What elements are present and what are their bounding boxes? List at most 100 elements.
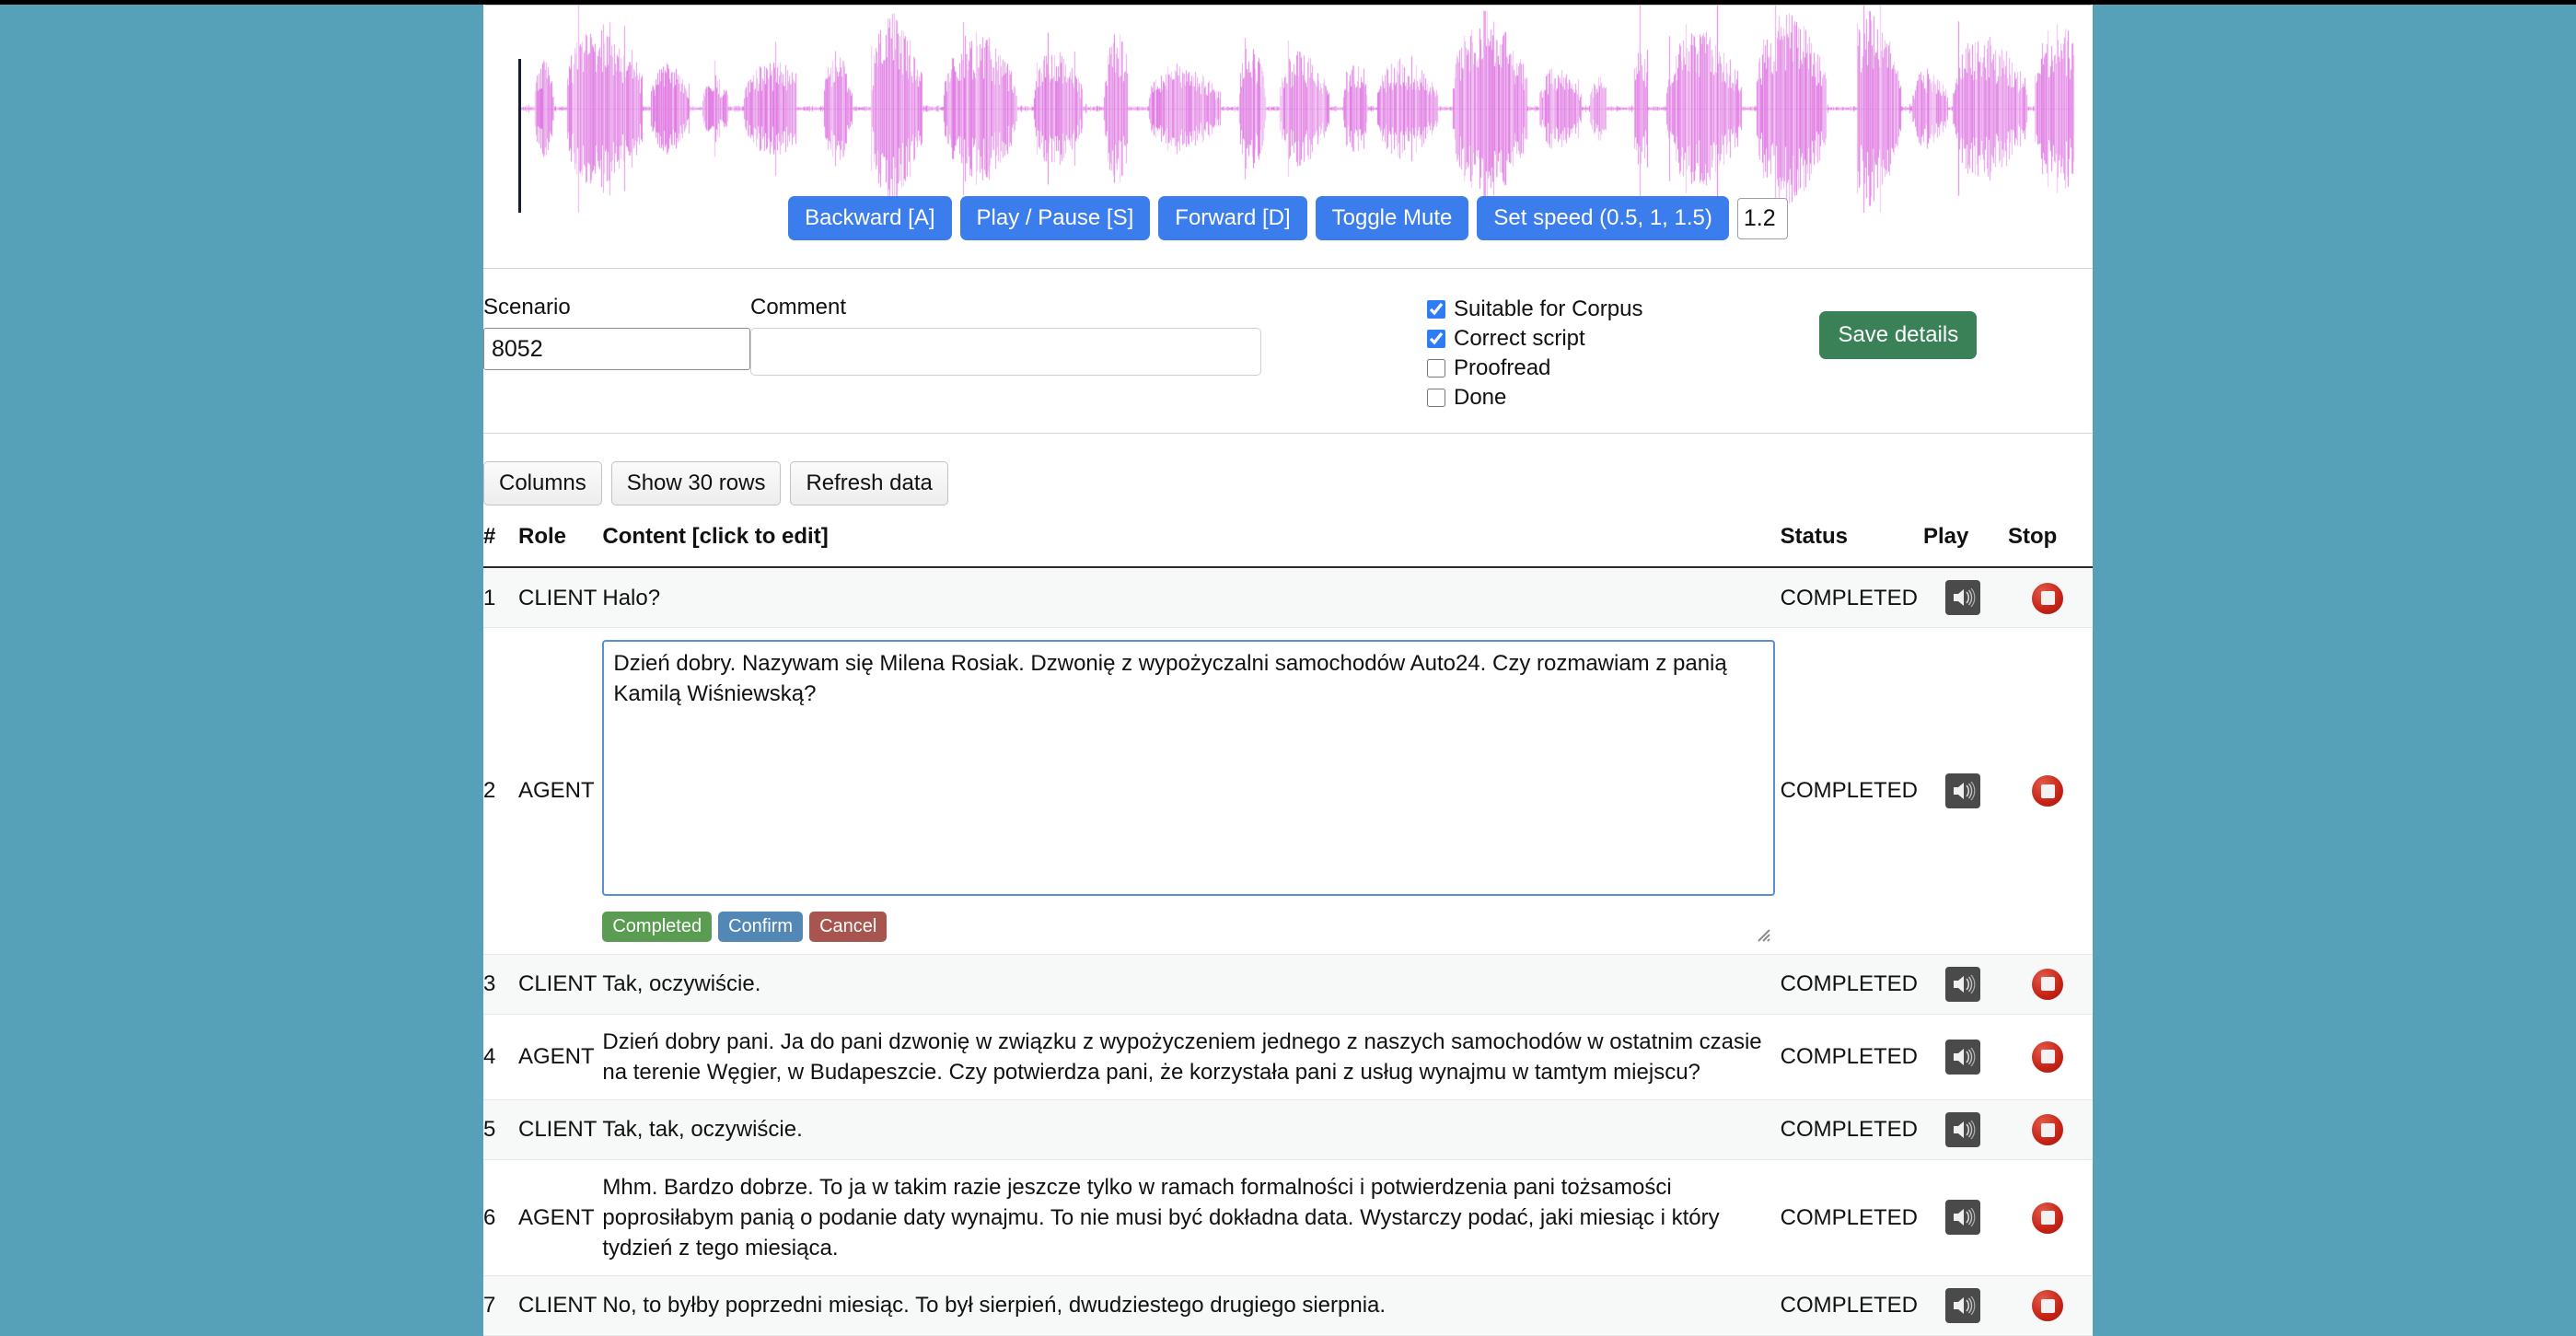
table-row[interactable]: 3CLIENTTak, oczywiście.COMPLETED (483, 954, 2093, 1014)
playhead-cursor[interactable] (518, 59, 521, 213)
table-row[interactable]: 1CLIENTHalo?COMPLETED (483, 567, 2093, 628)
speaker-icon[interactable] (1945, 1112, 1980, 1147)
cell-role: AGENT (518, 1159, 602, 1275)
cell-role: CLIENT (518, 1276, 602, 1336)
cell-stop[interactable] (2008, 628, 2093, 954)
header-stop: Stop (2008, 524, 2093, 567)
checkbox-row-suitable-for-corpus[interactable]: Suitable for Corpus (1427, 295, 1642, 324)
correct-script-label[interactable]: Correct script (1454, 326, 1585, 352)
dialog-table: # Role Content [click to edit] Status Pl… (483, 524, 2093, 1336)
cell-row-number: 2 (483, 628, 518, 954)
table-row[interactable]: 5CLIENTTak, tak, oczywiście.COMPLETED (483, 1099, 2093, 1159)
speaker-icon[interactable] (1945, 580, 1980, 615)
play-pause-button[interactable]: Play / Pause [S] (960, 196, 1151, 240)
cell-stop[interactable] (2008, 1099, 2093, 1159)
cell-role: CLIENT (518, 567, 602, 628)
show-rows-button[interactable]: Show 30 rows (611, 461, 782, 505)
stop-record-icon[interactable] (2032, 1290, 2063, 1321)
scenario-field: Scenario (483, 295, 750, 370)
cell-status: COMPLETED (1781, 567, 1923, 628)
columns-button[interactable]: Columns (483, 461, 602, 505)
stop-record-icon[interactable] (2032, 583, 2063, 614)
table-row[interactable]: 6AGENTMhm. Bardzo dobrze. To ja w takim … (483, 1159, 2093, 1275)
suitable-for-corpus-label[interactable]: Suitable for Corpus (1454, 296, 1642, 322)
cell-content[interactable]: No, to byłby poprzedni miesiąc. To był s… (602, 1276, 1780, 1336)
cell-play[interactable] (1923, 1159, 2008, 1275)
stop-record-icon[interactable] (2032, 1041, 2063, 1073)
cell-stop[interactable] (2008, 1014, 2093, 1099)
cell-play[interactable] (1923, 1014, 2008, 1099)
cell-row-number: 6 (483, 1159, 518, 1275)
table-head: # Role Content [click to edit] Status Pl… (483, 524, 2093, 567)
stop-record-icon[interactable] (2032, 1114, 2063, 1145)
cell-stop[interactable] (2008, 954, 2093, 1014)
header-content: Content [click to edit] (602, 524, 1780, 567)
backward-button[interactable]: Backward [A] (788, 196, 951, 240)
correct-script-checkbox[interactable] (1427, 330, 1445, 348)
proofread-checkbox[interactable] (1427, 359, 1445, 378)
cell-role: AGENT (518, 1014, 602, 1099)
scenario-input[interactable] (483, 328, 750, 370)
header-play: Play (1923, 524, 2008, 567)
cell-stop[interactable] (2008, 1159, 2093, 1275)
cell-play[interactable] (1923, 567, 2008, 628)
stop-record-icon[interactable] (2032, 1202, 2063, 1234)
content-editor: CompletedConfirmCancel (602, 640, 1774, 941)
cell-content[interactable]: Tak, oczywiście. (602, 954, 1780, 1014)
content-textarea[interactable] (602, 640, 1774, 896)
cell-stop[interactable] (2008, 1276, 2093, 1336)
comment-field: Comment (750, 295, 1261, 376)
cell-row-number: 3 (483, 954, 518, 1014)
speaker-icon[interactable] (1945, 773, 1980, 808)
refresh-data-button[interactable]: Refresh data (790, 461, 947, 505)
cell-content[interactable]: Dzień dobry pani. Ja do pani dzwonię w z… (602, 1014, 1780, 1099)
speaker-icon[interactable] (1945, 967, 1980, 1002)
cell-content[interactable]: Mhm. Bardzo dobrze. To ja w takim razie … (602, 1159, 1780, 1275)
done-label[interactable]: Done (1454, 385, 1506, 411)
checkbox-row-correct-script[interactable]: Correct script (1427, 324, 1642, 354)
waveform-canvas[interactable] (483, 6, 2093, 213)
stop-record-icon[interactable] (2032, 775, 2063, 807)
done-checkbox[interactable] (1427, 389, 1445, 407)
cell-content[interactable]: Tak, tak, oczywiście. (602, 1099, 1780, 1159)
table-row[interactable]: 4AGENTDzień dobry pani. Ja do pani dzwon… (483, 1014, 2093, 1099)
cancel-button[interactable]: Cancel (809, 912, 887, 942)
audio-waveform[interactable] (483, 6, 2093, 213)
cell-stop[interactable] (2008, 567, 2093, 628)
table-row[interactable]: 2AGENTCompletedConfirmCancelCOMPLETED (483, 628, 2093, 954)
comment-input[interactable] (750, 328, 1261, 376)
header-num: # (483, 524, 518, 567)
cell-play[interactable] (1923, 954, 2008, 1014)
speaker-icon[interactable] (1945, 1200, 1980, 1235)
set-speed-button[interactable]: Set speed (0.5, 1, 1.5) (1477, 196, 1728, 240)
cell-content[interactable]: Halo? (602, 567, 1780, 628)
forward-button[interactable]: Forward [D] (1158, 196, 1306, 240)
cell-row-number: 1 (483, 567, 518, 628)
comment-label: Comment (750, 295, 1261, 320)
checkbox-row-done[interactable]: Done (1427, 383, 1642, 412)
cell-play[interactable] (1923, 628, 2008, 954)
completed-button[interactable]: Completed (602, 912, 712, 942)
toggle-mute-button[interactable]: Toggle Mute (1316, 196, 1469, 240)
suitable-for-corpus-checkbox[interactable] (1427, 300, 1445, 319)
page-container: Backward [A] Play / Pause [S] Forward [D… (483, 5, 2093, 1300)
cell-play[interactable] (1923, 1276, 2008, 1336)
table-row[interactable]: 7CLIENTNo, to byłby poprzedni miesiąc. T… (483, 1276, 2093, 1336)
cell-content[interactable]: CompletedConfirmCancel (602, 628, 1780, 954)
table-toolbar: Columns Show 30 rows Refresh data (483, 434, 2093, 524)
cell-status: COMPLETED (1781, 1159, 1923, 1275)
speaker-icon[interactable] (1945, 1288, 1980, 1323)
proofread-label[interactable]: Proofread (1454, 355, 1550, 381)
speaker-icon[interactable] (1945, 1040, 1980, 1075)
cell-row-number: 7 (483, 1276, 518, 1336)
confirm-button[interactable]: Confirm (718, 912, 803, 942)
table-body: 1CLIENTHalo?COMPLETED2AGENTCompletedConf… (483, 567, 2093, 1335)
save-details-button[interactable]: Save details (1819, 311, 1977, 359)
header-role: Role (518, 524, 602, 567)
table-header-row: # Role Content [click to edit] Status Pl… (483, 524, 2093, 567)
speed-input[interactable] (1737, 198, 1788, 239)
cell-play[interactable] (1923, 1099, 2008, 1159)
stop-record-icon[interactable] (2032, 969, 2063, 1000)
checkbox-row-proofread[interactable]: Proofread (1427, 354, 1642, 383)
cell-row-number: 4 (483, 1014, 518, 1099)
